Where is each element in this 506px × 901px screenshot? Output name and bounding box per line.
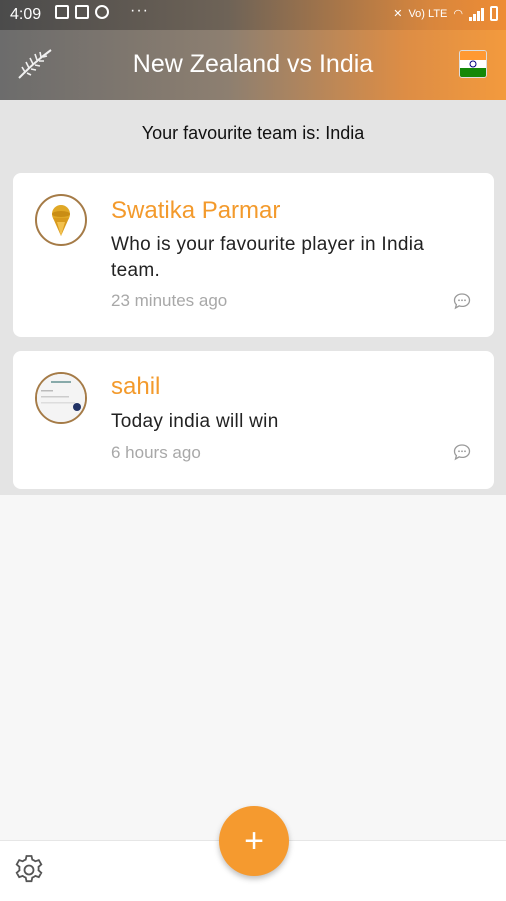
comment-icon[interactable] [453, 443, 471, 461]
wifi-icon: ◠ [453, 8, 463, 20]
post-username[interactable]: sahil [111, 373, 160, 401]
post-timestamp: 6 hours ago [111, 443, 201, 462]
post-card[interactable]: sahil Today india will win 6 hours ago [13, 351, 494, 489]
status-bar: 4:09 ··· ✕ Vo) LTE ◠ [0, 0, 506, 30]
gear-icon[interactable] [12, 853, 46, 887]
network-type-label: Vo) LTE [408, 7, 448, 20]
trophy-avatar[interactable] [35, 194, 87, 246]
more-notifications-icon: ··· [130, 2, 149, 19]
add-post-button[interactable]: + [219, 806, 289, 876]
sync-notification-icon [95, 5, 109, 19]
status-time: 4:09 [10, 6, 42, 23]
india-flag-icon[interactable] [459, 50, 487, 78]
status-notification-icons [55, 5, 109, 19]
screenshot-thumbnail-icon [37, 374, 85, 422]
post-message: Who is your favourite player in India te… [111, 234, 425, 281]
battery-icon [490, 6, 498, 21]
image-notification-icon [75, 5, 89, 19]
trophy-icon [52, 205, 70, 236]
post-message: Today india will win [111, 411, 279, 432]
gallery-notification-icon [55, 5, 69, 19]
comment-icon[interactable] [453, 292, 471, 310]
signal-icon [469, 7, 484, 21]
status-system-icons: ✕ Vo) LTE ◠ [393, 6, 498, 21]
post-card[interactable]: Swatika Parmar Who is your favourite pla… [13, 173, 494, 337]
favourite-team-label: Your favourite team is: India [141, 123, 365, 143]
post-timestamp: 23 minutes ago [111, 291, 228, 310]
page-title: New Zealand vs India [132, 50, 374, 78]
mute-icon: ✕ [393, 8, 403, 20]
post-username[interactable]: Swatika Parmar [111, 197, 280, 225]
app-bar: New Zealand vs India [0, 30, 506, 100]
screenshot-avatar[interactable] [35, 372, 87, 424]
